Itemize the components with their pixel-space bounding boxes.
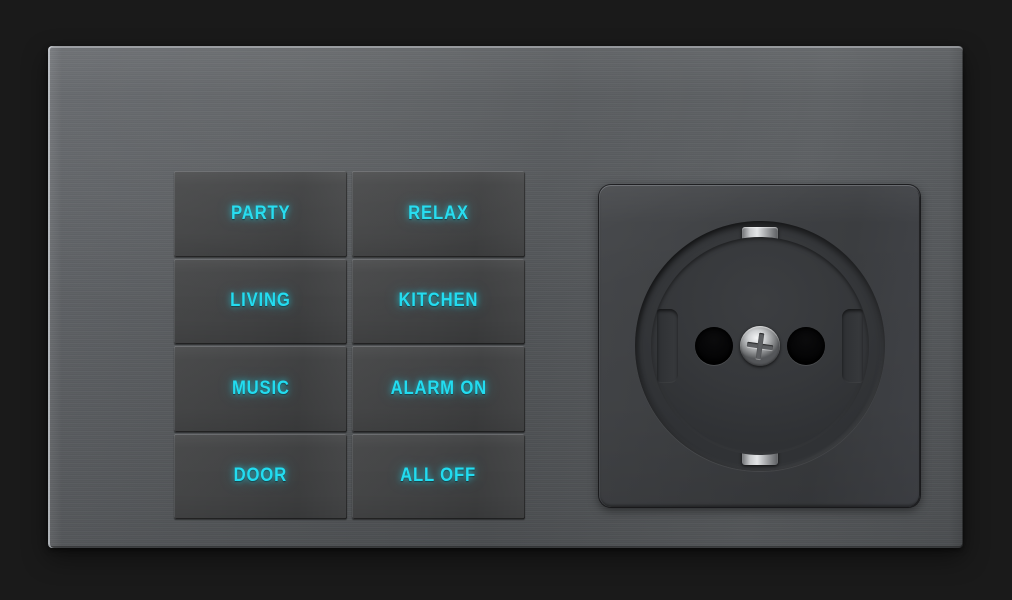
button-label: MUSIC (231, 377, 290, 399)
button-living[interactable]: LIVING (174, 258, 347, 344)
button-party[interactable]: PARTY (174, 171, 347, 257)
wall-plate: PARTY LIVING MUSIC DOOR RELAX KITCHEN AL… (48, 46, 963, 548)
button-label: RELAX (408, 202, 469, 224)
button-door[interactable]: DOOR (174, 433, 347, 519)
schuko-floor (650, 237, 869, 455)
button-column-left: PARTY LIVING MUSIC DOOR (174, 171, 347, 519)
pin-hole-icon (786, 327, 825, 365)
schuko-recess (634, 221, 885, 471)
phillips-screw-icon[interactable] (739, 326, 780, 366)
button-label: PARTY (230, 202, 291, 224)
button-alarm-on[interactable]: ALARM ON (352, 346, 525, 432)
scene: PARTY LIVING MUSIC DOOR RELAX KITCHEN AL… (0, 0, 1012, 600)
cable-notch-right (841, 309, 863, 383)
button-relax[interactable]: RELAX (352, 171, 525, 257)
button-label: LIVING (230, 290, 291, 312)
button-label: ALARM ON (390, 377, 487, 399)
button-label: ALL OFF (400, 465, 477, 487)
cable-notch-left (656, 309, 678, 383)
pin-hole-icon (694, 327, 733, 365)
button-kitchen[interactable]: KITCHEN (352, 258, 525, 344)
button-music[interactable]: MUSIC (174, 346, 347, 432)
socket-module[interactable] (599, 185, 920, 507)
button-column-right: RELAX KITCHEN ALARM ON ALL OFF (352, 171, 525, 519)
button-label: DOOR (233, 465, 288, 487)
button-block: PARTY LIVING MUSIC DOOR RELAX KITCHEN AL… (174, 171, 525, 519)
button-label: KITCHEN (398, 290, 479, 312)
button-all-off[interactable]: ALL OFF (352, 433, 525, 519)
